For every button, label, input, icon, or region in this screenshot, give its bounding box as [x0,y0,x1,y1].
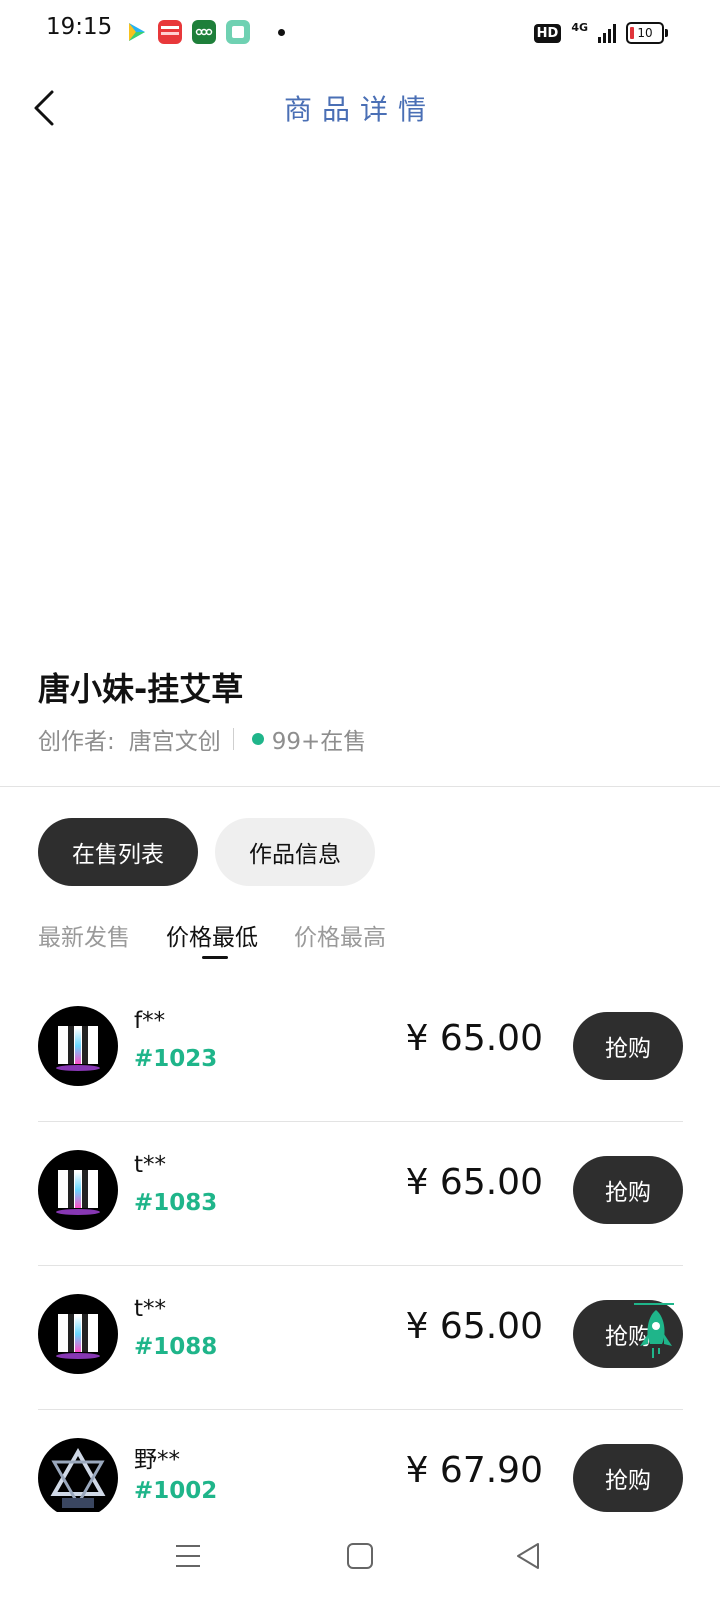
network-label: 4G [571,20,588,34]
price: ¥ 67.90 [405,1450,543,1491]
buy-button[interactable]: 抢购 [573,1156,683,1224]
list-item: t** #1088 ¥ 65.00 抢购 [38,1266,683,1410]
creator-label: 创作者: [38,729,115,755]
menu-button[interactable] [170,1538,206,1574]
notes-app-icon [226,20,250,44]
buy-button[interactable]: 抢购 [573,1012,683,1080]
triangle-back-icon [512,1543,548,1578]
notification-dot [278,29,285,36]
battery-level: 10 [637,26,653,40]
seller-name: t** [134,1296,167,1322]
creator-name[interactable]: 唐宫文创 [129,722,221,756]
page-title: 商品详情 [283,93,436,126]
tab-work-info[interactable]: 作品信息 [215,818,375,886]
status-time: 19:15 [46,14,113,40]
menu-icon [170,1545,206,1578]
status-bar: 19:15 HD 4G 10 [0,0,720,64]
price: ¥ 65.00 [405,1306,543,1347]
sort-options: 最新发售 价格最低 价格最高 [38,918,386,959]
on-sale-dot-icon [251,733,264,745]
product-name: 唐小妹-挂艾草 [38,670,244,708]
toutiao-icon [158,20,182,44]
nav-back-button[interactable] [512,1538,548,1574]
video-app-icon [124,20,148,44]
seller-name: f** [134,1008,166,1034]
system-nav-bar [0,1512,720,1600]
seller-name: 野** [134,1447,180,1473]
tab-on-sale-list[interactable]: 在售列表 [38,818,198,886]
status-indicators: HD 4G 10 [533,20,668,46]
battery-icon: 10 [626,22,668,44]
avatar [38,1006,118,1086]
price: ¥ 65.00 [405,1018,543,1059]
seller-name: t** [134,1152,167,1178]
home-button[interactable] [342,1538,378,1574]
on-sale-count: 99+在售 [271,729,367,755]
token-id: #1023 [134,1046,218,1072]
token-id: #1002 [134,1478,218,1504]
price: ¥ 65.00 [405,1162,543,1203]
home-square-icon [342,1543,378,1578]
avatar [38,1294,118,1374]
avatar [38,1438,118,1518]
sort-price-low[interactable]: 价格最低 [166,918,258,959]
section-divider [0,786,720,787]
floating-rocket-button[interactable] [634,1300,678,1364]
product-image [0,140,720,640]
meta-divider [232,728,234,750]
oppo-app-icon [192,20,216,44]
list-item: t** #1083 ¥ 65.00 抢购 [38,1122,683,1266]
buy-button[interactable]: 抢购 [573,1444,683,1512]
signal-icon [598,23,616,43]
sort-newest[interactable]: 最新发售 [38,918,130,952]
list-item: f** #1023 ¥ 65.00 抢购 [38,978,683,1122]
token-id: #1083 [134,1190,218,1216]
token-id: #1088 [134,1334,218,1360]
sort-price-high[interactable]: 价格最高 [294,918,386,952]
rocket-icon [634,1303,678,1368]
product-meta: 创作者: 唐宫文创 99+在售 [38,722,366,756]
hd-badge: HD [533,23,562,43]
avatar [38,1150,118,1230]
